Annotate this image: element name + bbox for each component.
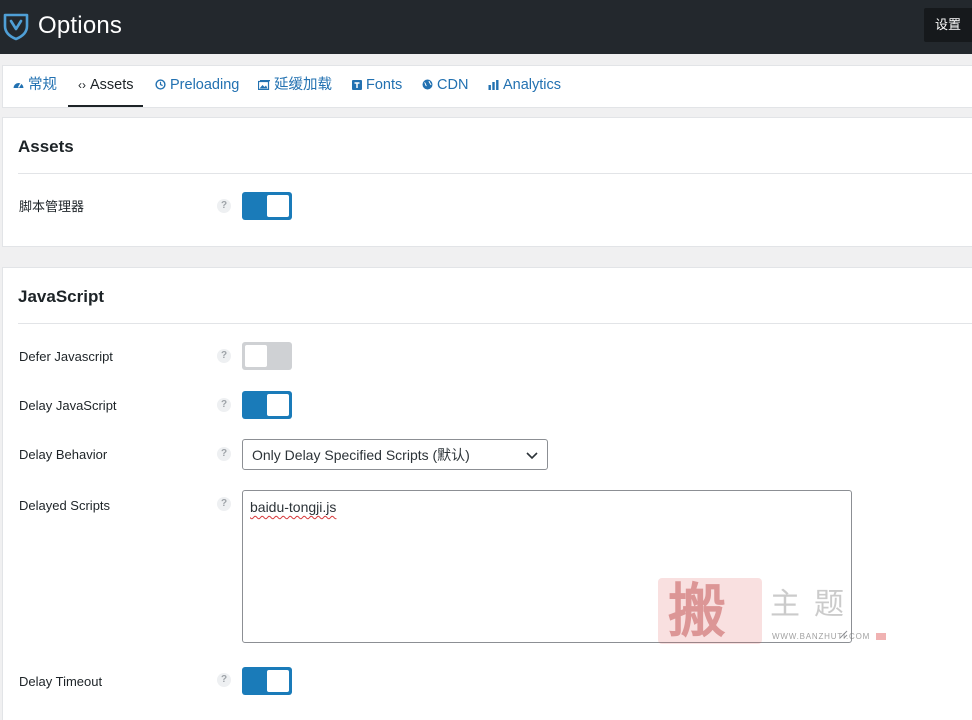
tab-label: Analytics [503,77,562,93]
help-icon[interactable]: ? [217,673,231,687]
perfmatters-logo-icon [3,13,29,41]
resize-grip-icon[interactable] [839,630,848,639]
chevron-down-icon [526,452,538,460]
tab-label: 常规 [28,77,57,93]
javascript-panel-header: JavaScript [18,268,972,324]
tab-preloading[interactable]: Preloading [155,66,239,107]
tab-label: Fonts [366,77,403,93]
delayed-scripts-textarea[interactable]: baidu-tongji.js [242,490,852,643]
code-icon: ‹› [78,78,86,92]
help-icon[interactable]: ? [217,199,231,213]
delayed-scripts-label: Delayed Scripts [19,498,111,513]
defer-javascript-label: Defer Javascript [19,349,113,364]
tab-label: 延缓加载 [274,77,332,93]
tab-analytics[interactable]: Analytics [488,66,561,107]
delay-behavior-select[interactable]: Only Delay Specified Scripts (默认) [242,439,548,470]
dashboard-icon [13,67,24,105]
toggle-knob [267,670,289,692]
settings-button[interactable]: 设置 [924,8,972,42]
tab-general[interactable]: 常规 [13,66,57,107]
delay-timeout-toggle[interactable] [242,667,292,695]
delay-timeout-label: Delay Timeout [19,674,103,689]
assets-panel: Assets 脚本管理器 ? [2,117,972,247]
tab-fonts[interactable]: Fonts [352,66,402,107]
tab-label: CDN [437,77,469,93]
delay-javascript-label: Delay JavaScript [19,398,117,413]
tab-cdn[interactable]: CDN [422,66,468,107]
globe-icon [422,67,433,105]
delay-javascript-toggle[interactable] [242,391,292,419]
assets-panel-header: Assets [18,118,972,174]
toggle-knob [267,394,289,416]
javascript-section-title: JavaScript [18,287,104,306]
defer-javascript-toggle[interactable] [242,342,292,370]
page-title: Options [38,12,123,39]
tab-label: Assets [90,77,134,93]
top-header-bar: Options 设置 [0,0,972,54]
images-icon [257,67,270,105]
script-manager-label: 脚本管理器 [19,199,85,214]
chart-bar-icon [488,67,499,105]
tab-label: Preloading [170,77,240,93]
help-icon[interactable]: ? [217,398,231,412]
delay-behavior-selected-value: Only Delay Specified Scripts (默认) [252,447,470,463]
toggle-knob [245,345,267,367]
assets-section-title: Assets [18,137,74,156]
toggle-knob [267,195,289,217]
clock-icon [155,67,166,105]
font-icon [352,67,362,105]
tab-assets[interactable]: ‹› Assets [68,66,143,107]
script-manager-toggle[interactable] [242,192,292,220]
tab-lazy-loading[interactable]: 延缓加载 [257,66,332,107]
tab-bar: 常规 ‹› Assets Preloading 延缓加载 Fonts CDN An… [2,65,972,108]
help-icon[interactable]: ? [217,497,231,511]
delay-behavior-label: Delay Behavior [19,447,108,462]
javascript-panel: JavaScript Defer Javascript ? Delay Java… [2,267,972,720]
delayed-scripts-value: baidu-tongji.js [250,499,337,515]
help-icon[interactable]: ? [217,447,231,461]
help-icon[interactable]: ? [217,349,231,363]
